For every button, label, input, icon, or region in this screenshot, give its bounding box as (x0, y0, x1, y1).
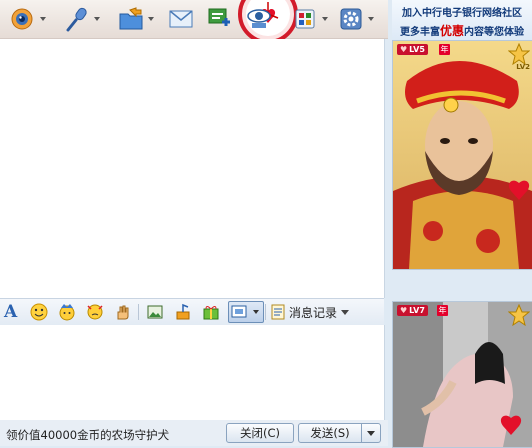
chevron-down-icon[interactable] (341, 309, 350, 315)
year-badge: 年 (439, 44, 450, 55)
message-display-area[interactable] (0, 39, 385, 298)
message-history-label: 消息记录 (289, 305, 338, 320)
gift-button[interactable] (202, 303, 220, 321)
chevron-down-icon (367, 430, 375, 436)
self-show-avatar[interactable]: ♥ LV7 年 (392, 301, 532, 448)
scribble-button[interactable] (114, 303, 132, 321)
remote-assist-button[interactable] (246, 5, 272, 33)
ad-banner[interactable]: 加入中行电子银行网络社区 更多丰富优惠内容等您体验 (392, 0, 532, 40)
toolbar-separator (138, 304, 139, 320)
year-badge: 年 (437, 305, 448, 316)
video-call-button[interactable] (10, 5, 46, 33)
music-button[interactable] (174, 303, 192, 321)
ad-prefix: 更多丰富 (399, 27, 440, 38)
star-level-label: LV2 (516, 63, 530, 71)
format-toolbar: A 消息记录 (0, 298, 384, 326)
magic-face-icon (59, 304, 75, 321)
bottom-bar: 领价值40000金币的农场守护犬 关闭(C) 发送(S) (0, 420, 388, 446)
chevron-down-icon[interactable] (94, 17, 100, 21)
star-level-icon (508, 304, 530, 326)
send-button[interactable]: 发送(S) (298, 423, 362, 443)
send-mail-button[interactable] (168, 5, 194, 33)
close-button[interactable]: 关闭(C) (226, 423, 294, 443)
voice-call-button[interactable] (64, 5, 100, 33)
send-options-button[interactable] (361, 423, 381, 443)
promo-link[interactable]: 领价值40000金币的农场守护犬 (6, 427, 169, 443)
gift-icon (203, 306, 219, 320)
shake-window-button[interactable] (86, 303, 104, 321)
folder-send-icon (119, 7, 143, 30)
screenshot-button[interactable] (228, 301, 264, 323)
ad-highlight: 优惠 (439, 24, 464, 38)
magic-emoticon-button[interactable] (58, 303, 76, 321)
level-badge: ♥ LV5 (397, 44, 428, 55)
send-file-button[interactable] (118, 5, 154, 33)
microphone-icon (66, 7, 87, 32)
add-group-icon (208, 8, 230, 26)
create-group-button[interactable] (206, 5, 232, 33)
music-icon (176, 303, 190, 320)
message-input[interactable] (0, 325, 385, 420)
history-icon (271, 304, 285, 320)
font-icon: A (4, 302, 18, 322)
hand-icon (117, 305, 129, 320)
image-icon (147, 305, 163, 319)
top-toolbar (0, 0, 388, 44)
avatar-portrait (393, 41, 532, 269)
chevron-down-icon[interactable] (322, 17, 328, 21)
apps-button[interactable] (292, 5, 328, 33)
toolbar-separator (265, 304, 266, 320)
smiley-icon (30, 303, 48, 321)
message-history-button[interactable]: 消息记录 (270, 303, 350, 321)
shake-icon (87, 304, 103, 320)
chevron-down-icon[interactable] (368, 17, 374, 21)
monitor-eye-icon (247, 9, 271, 28)
chevron-down-icon[interactable] (40, 17, 46, 21)
level-badge: ♥ LV7 (397, 305, 428, 316)
screenshot-icon (231, 305, 247, 318)
font-button[interactable]: A (4, 303, 22, 321)
ad-line-1: 加入中行电子银行网络社区 (402, 8, 522, 19)
send-image-button[interactable] (146, 303, 164, 321)
email-icon (169, 10, 193, 28)
apps-icon (295, 9, 315, 29)
ad-suffix: 内容等您体验 (464, 27, 524, 38)
star-level-icon (508, 43, 530, 65)
gear-icon (340, 8, 362, 30)
emoticon-button[interactable] (30, 303, 48, 321)
settings-button[interactable] (338, 5, 374, 33)
chevron-down-icon[interactable] (253, 310, 259, 314)
ad-line-2: 更多丰富优惠内容等您体验 (392, 22, 532, 39)
sidebar: 加入中行电子银行网络社区 更多丰富优惠内容等您体验 ♥ LV5 年 LV2 ♥ … (388, 0, 532, 448)
webcam-icon (11, 8, 33, 30)
chevron-down-icon[interactable] (148, 17, 154, 21)
contact-show-avatar[interactable]: ♥ LV5 年 LV2 (392, 40, 532, 270)
